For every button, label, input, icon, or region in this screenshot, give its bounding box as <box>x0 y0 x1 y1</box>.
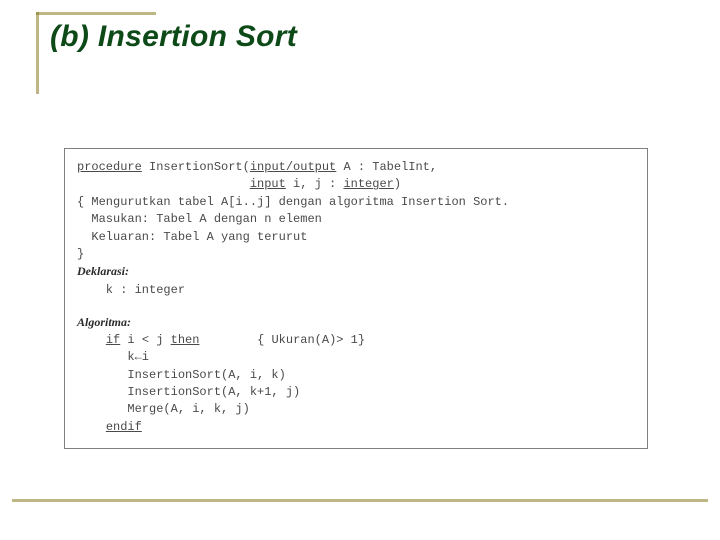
code-text: InsertionSort( <box>142 160 250 174</box>
code-box: procedure InsertionSort(input/output A :… <box>64 148 648 449</box>
code-text: ) <box>394 177 401 191</box>
kw-input-output: input/output <box>250 160 336 174</box>
slide-frame: (b) Insertion Sort procedure InsertionSo… <box>0 0 720 502</box>
kw-then: then <box>171 333 200 347</box>
code-line: input i, j : integer) <box>77 176 635 193</box>
kw-procedure: procedure <box>77 160 142 174</box>
code-line: procedure InsertionSort(input/output A :… <box>77 159 635 176</box>
slide-title: (b) Insertion Sort <box>50 20 297 54</box>
kw-input: input <box>250 177 286 191</box>
code-line: k←i <box>77 349 635 366</box>
code-text <box>77 333 106 347</box>
kw-if: if <box>106 333 120 347</box>
code-line: if i < j then { Ukuran(A)> 1} <box>77 332 635 349</box>
code-line: InsertionSort(A, k+1, j) <box>77 384 635 401</box>
kw-endif: endif <box>106 420 142 434</box>
code-text: A : TabelInt, <box>336 160 437 174</box>
code-line: endif <box>77 419 635 436</box>
section-deklarasi: Deklarasi: <box>77 264 129 278</box>
comment-line: { Mengurutkan tabel A[i..j] dengan algor… <box>77 194 635 211</box>
code-line: k : integer <box>77 282 635 299</box>
section-algoritma: Algoritma: <box>77 315 131 329</box>
code-text <box>77 177 250 191</box>
blank-line <box>77 299 635 313</box>
corner-rule-vertical <box>36 12 39 94</box>
comment-line: Masukan: Tabel A dengan n elemen <box>77 211 635 228</box>
bottom-rule <box>12 499 708 502</box>
code-line: Merge(A, i, k, j) <box>77 401 635 418</box>
corner-rule-horizontal <box>36 12 156 15</box>
code-comment: { Ukuran(A)> 1} <box>199 333 365 347</box>
code-text: i, j : <box>286 177 344 191</box>
kw-integer: integer <box>343 177 393 191</box>
code-line: InsertionSort(A, i, k) <box>77 367 635 384</box>
slide: (b) Insertion Sort procedure InsertionSo… <box>0 0 720 540</box>
comment-line: } <box>77 246 635 263</box>
code-text: i < j <box>120 333 170 347</box>
code-text <box>77 420 106 434</box>
comment-line: Keluaran: Tabel A yang terurut <box>77 229 635 246</box>
